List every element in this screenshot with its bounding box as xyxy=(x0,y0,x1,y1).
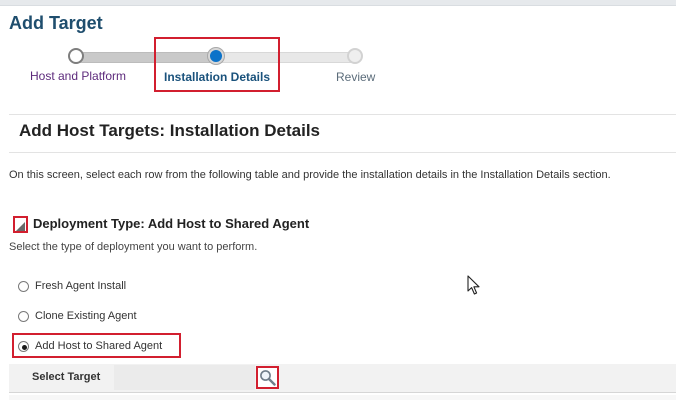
table-header-band xyxy=(9,395,676,400)
magnifier-search-icon xyxy=(260,370,276,386)
radio-label-clone-existing-agent[interactable]: Clone Existing Agent xyxy=(35,310,137,322)
table-header-divider xyxy=(9,392,676,393)
section-divider-top xyxy=(9,114,676,115)
radio-fresh-agent-install[interactable] xyxy=(18,281,29,292)
page-title: Add Target xyxy=(9,13,103,33)
select-target-row xyxy=(9,364,676,392)
instructions-text: On this screen, select each row from the… xyxy=(9,169,611,181)
mouse-pointer-icon xyxy=(467,275,480,295)
highlight-box-selected-option xyxy=(12,333,181,358)
disclosure-triangle-icon xyxy=(16,222,25,231)
train-stop-review xyxy=(347,48,363,64)
section-divider-bottom xyxy=(9,152,676,153)
train-link-host-and-platform[interactable]: Host and Platform xyxy=(30,69,126,83)
select-target-input[interactable] xyxy=(114,365,255,390)
radio-clone-existing-agent[interactable] xyxy=(18,311,29,322)
deployment-type-description: Select the type of deployment you want t… xyxy=(9,241,258,253)
highlight-box-current-step xyxy=(154,37,280,92)
header-divider xyxy=(0,5,676,6)
train-label-review: Review xyxy=(336,70,376,84)
select-target-label: Select Target xyxy=(32,371,101,383)
section-title: Add Host Targets: Installation Details xyxy=(19,121,321,140)
train-stop-host-and-platform[interactable] xyxy=(68,48,84,64)
deployment-type-title: Deployment Type: Add Host to Shared Agen… xyxy=(33,216,310,231)
radio-label-fresh-agent-install[interactable]: Fresh Agent Install xyxy=(35,280,126,292)
search-target-button[interactable] xyxy=(256,366,279,389)
